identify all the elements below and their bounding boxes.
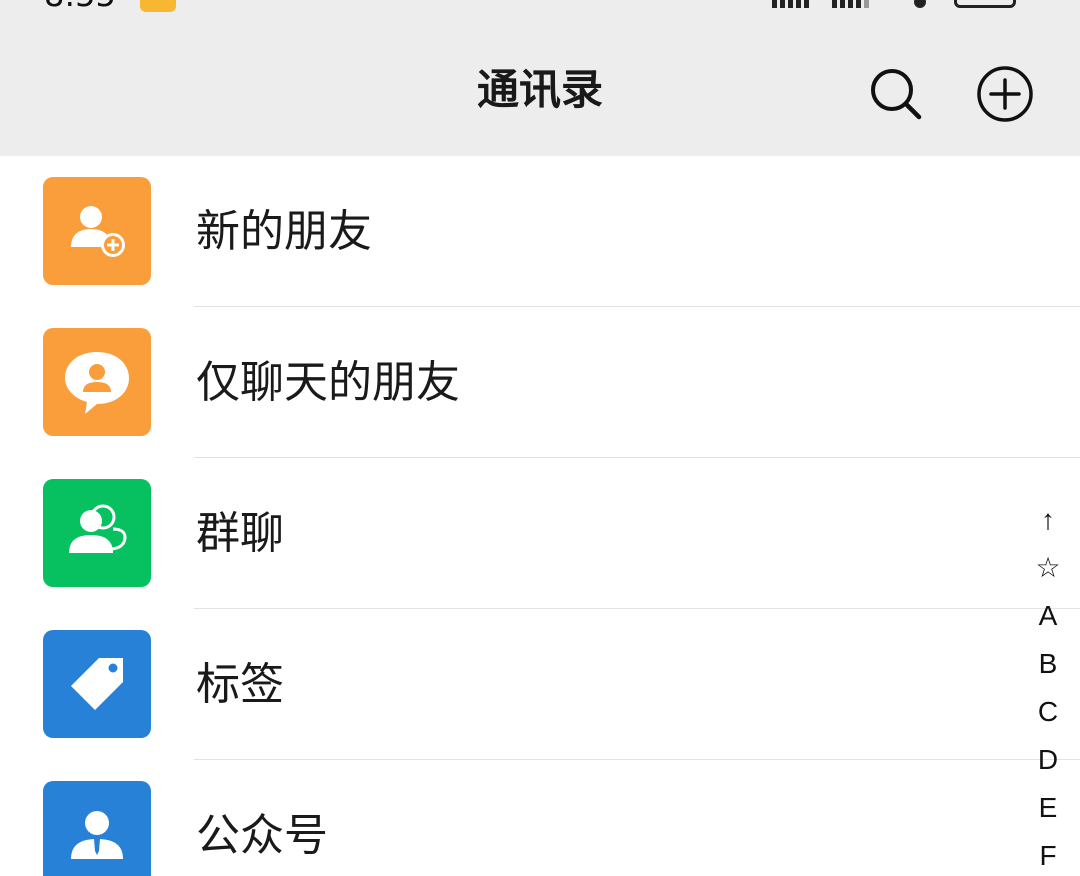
notification-app-icon <box>140 0 176 12</box>
index-letter-b[interactable]: B <box>1028 640 1068 688</box>
tag-icon <box>43 630 151 738</box>
index-letter-c[interactable]: C <box>1028 688 1068 736</box>
official-account-icon <box>43 781 151 876</box>
status-bar: 8:55 <box>0 0 1080 14</box>
index-to-top[interactable]: ↑ <box>1028 496 1068 544</box>
index-letter-f[interactable]: F <box>1028 832 1068 876</box>
status-time: 8:55 <box>44 0 116 12</box>
battery-icon <box>954 0 1016 8</box>
list-item-new-friends[interactable]: 新的朋友 <box>0 156 1080 307</box>
wifi-icon <box>914 0 926 8</box>
list-item-official-accounts[interactable]: 公众号 <box>0 760 1080 876</box>
list-item-tags[interactable]: 标签 <box>0 609 1080 760</box>
index-star[interactable]: ☆ <box>1028 544 1068 592</box>
index-letter-e[interactable]: E <box>1028 784 1068 832</box>
add-button[interactable] <box>973 62 1037 126</box>
contacts-screen: 8:55 通讯录 <box>0 0 1080 876</box>
plus-circle-icon <box>977 66 1033 122</box>
list-item-label: 仅聊天的朋友 <box>196 357 460 408</box>
search-button[interactable] <box>864 62 928 126</box>
index-letter-d[interactable]: D <box>1028 736 1068 784</box>
alphabet-index: ↑ ☆ A B C D E F <box>1028 496 1068 876</box>
list-item-chat-only-friends[interactable]: 仅聊天的朋友 <box>0 307 1080 458</box>
signal-strength-icon-2 <box>832 0 869 8</box>
signal-strength-icon <box>772 0 809 8</box>
list-item-label: 群聊 <box>196 508 284 559</box>
list-item-label: 标签 <box>196 659 284 710</box>
list-item-group-chats[interactable]: 群聊 <box>0 458 1080 609</box>
add-friend-icon <box>43 177 151 285</box>
group-chat-icon <box>43 479 151 587</box>
search-icon <box>871 69 922 120</box>
chat-only-friend-icon <box>43 328 151 436</box>
list-item-label: 公众号 <box>196 810 328 861</box>
index-letter-a[interactable]: A <box>1028 592 1068 640</box>
title-bar: 通讯录 <box>0 14 1080 156</box>
list-item-label: 新的朋友 <box>196 206 372 257</box>
